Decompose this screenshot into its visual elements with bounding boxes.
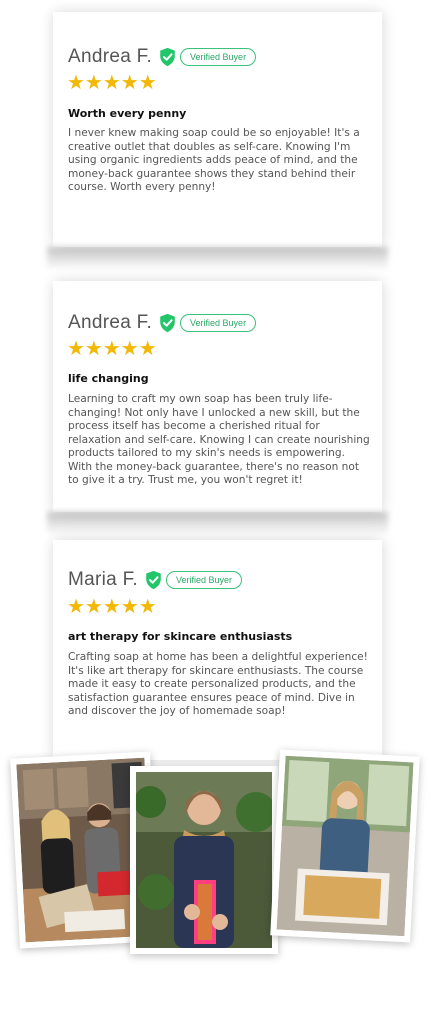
star-rating: ★★★★★ <box>67 596 157 616</box>
review-body: Learning to craft my own soap has been t… <box>68 393 370 486</box>
star-icons: ★★★★★ <box>67 70 157 94</box>
photo-woman-with-soap-loaf <box>136 772 272 948</box>
reviewer-name: Andrea F. <box>68 312 153 333</box>
star-rating: ★★★★★ <box>67 338 157 358</box>
review-title: art therapy for skincare enthusiasts <box>68 630 293 643</box>
review-body: I never knew making soap could be so enj… <box>68 127 360 193</box>
customer-photo-soap-mold <box>130 766 278 954</box>
verified-shield-icon <box>160 313 175 333</box>
verified-shield-icon <box>160 47 175 67</box>
star-icons: ★★★★★ <box>67 594 157 618</box>
photo-woman-with-soap-slab <box>276 755 414 937</box>
reviewer-row: Andrea F. Verified Buyer <box>68 45 257 69</box>
star-icons: ★★★★★ <box>67 336 157 360</box>
review-title: Worth every penny <box>68 107 187 120</box>
review-title: life changing <box>68 372 149 385</box>
reviewer-row: Maria F. Verified Buyer <box>68 568 242 592</box>
review-body: Crafting soap at home has been a delight… <box>68 651 368 717</box>
verified-shield-icon <box>146 570 161 590</box>
star-rating: ★★★★★ <box>67 72 157 92</box>
verified-buyer-badge: Verified Buyer <box>180 314 257 332</box>
reviewer-row: Andrea F. Verified Buyer <box>68 311 257 335</box>
reviewer-name: Maria F. <box>68 569 138 590</box>
review-card: Andrea F. Verified Buyer ★★★★★ life chan… <box>53 281 382 512</box>
customer-photo-soap-slab <box>270 749 420 943</box>
verified-buyer-badge: Verified Buyer <box>165 571 242 589</box>
review-card: Andrea F. Verified Buyer ★★★★★ Worth eve… <box>53 12 382 247</box>
verified-buyer-badge: Verified Buyer <box>180 48 257 66</box>
reviewer-name: Andrea F. <box>68 46 153 67</box>
review-card: Maria F. Verified Buyer ★★★★★ art therap… <box>53 540 382 760</box>
